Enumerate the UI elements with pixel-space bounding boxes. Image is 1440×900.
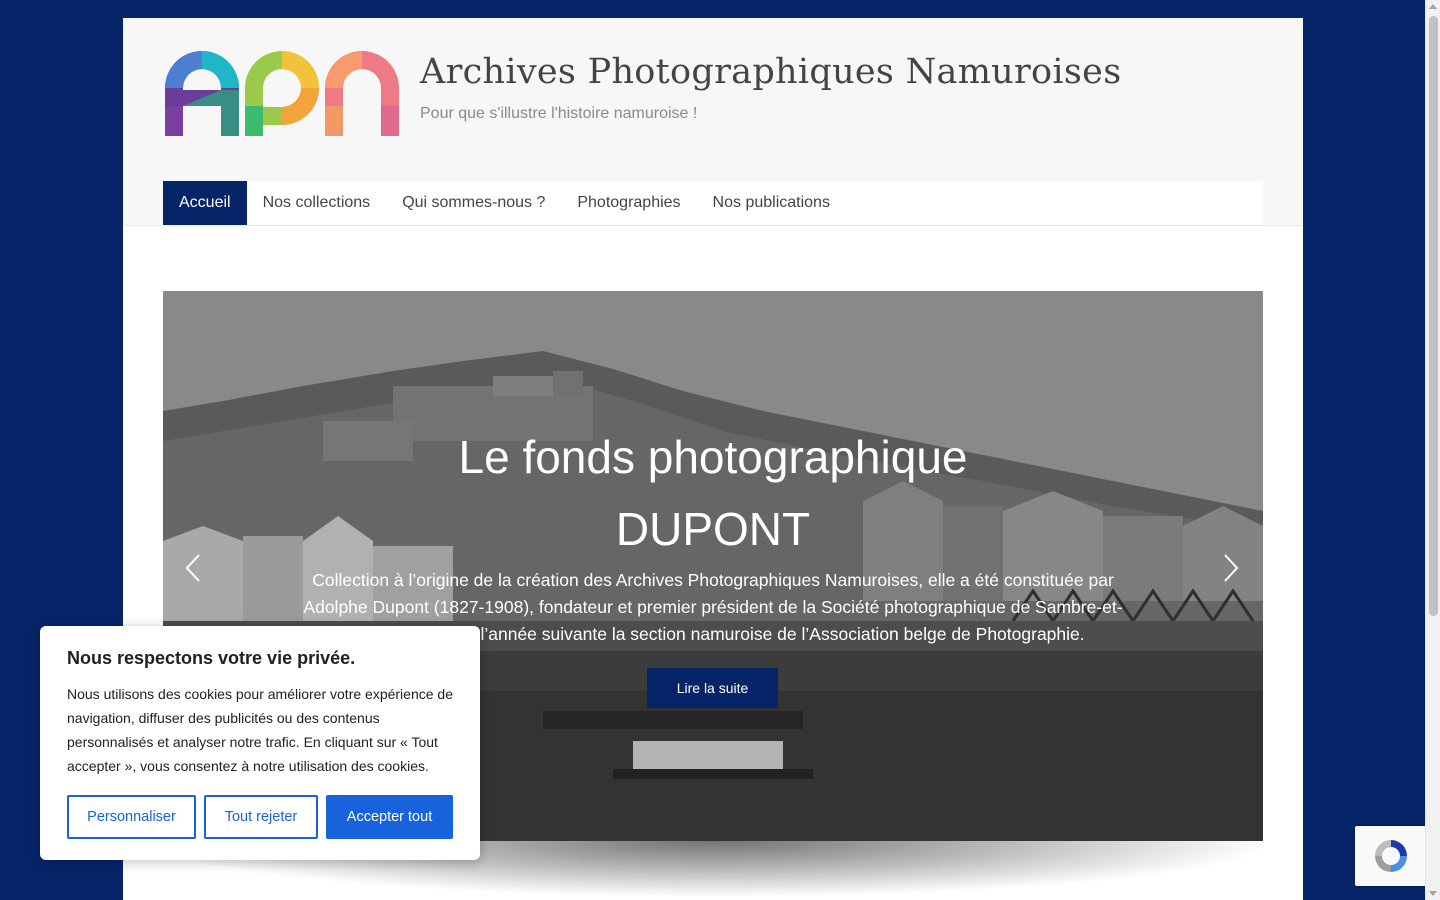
slide-title-line-1: Le fonds photographique: [458, 431, 968, 483]
main-nav: Accueil Nos collections Qui sommes-nous …: [163, 181, 1263, 225]
cookie-text: Nous utilisons des cookies pour améliore…: [67, 686, 453, 774]
cookie-consent-banner: Nous respectons votre vie privée. Nous u…: [40, 626, 480, 860]
recaptcha-badge[interactable]: [1355, 826, 1427, 886]
page-scrollbar[interactable]: [1425, 0, 1440, 900]
slide-title: Le fonds photographique DUPONT: [413, 421, 1013, 565]
nav-item-nos-collections[interactable]: Nos collections: [247, 181, 387, 225]
site-logo[interactable]: [163, 46, 401, 138]
slide-text-line-2: Adolphe Dupont (1827-1908), fondateur et…: [303, 597, 1123, 617]
accept-all-button[interactable]: Accepter tout: [326, 795, 453, 839]
site-tagline: Pour que s'illustre l'histoire namuroise…: [420, 105, 698, 122]
nav-item-photographies[interactable]: Photographies: [561, 181, 696, 225]
chevron-right-icon[interactable]: [1221, 553, 1241, 583]
nav-item-nos-publications[interactable]: Nos publications: [697, 181, 846, 225]
slide-text-line-1: Collection à l’origine de la création de…: [312, 570, 1114, 590]
read-more-button[interactable]: Lire la suite: [647, 668, 778, 708]
site-header: Archives Photographiques Namuroises Pour…: [123, 18, 1303, 226]
slide-title-line-2: DUPONT: [615, 503, 811, 555]
cookie-title: Nous respectons votre vie privée.: [67, 648, 356, 668]
scrollbar-thumb[interactable]: [1429, 16, 1438, 616]
chevron-left-icon[interactable]: [183, 553, 203, 583]
reject-all-button[interactable]: Tout rejeter: [204, 795, 318, 839]
recaptcha-icon: [1375, 840, 1407, 872]
nav-item-qui-sommes-nous[interactable]: Qui sommes-nous ?: [386, 181, 561, 225]
scroll-up-arrow-icon[interactable]: [1429, 4, 1437, 9]
site-title[interactable]: Archives Photographiques Namuroises: [420, 52, 1121, 92]
customize-button[interactable]: Personnaliser: [67, 795, 196, 839]
nav-item-accueil[interactable]: Accueil: [163, 181, 247, 225]
scroll-down-arrow-icon[interactable]: [1429, 891, 1437, 896]
